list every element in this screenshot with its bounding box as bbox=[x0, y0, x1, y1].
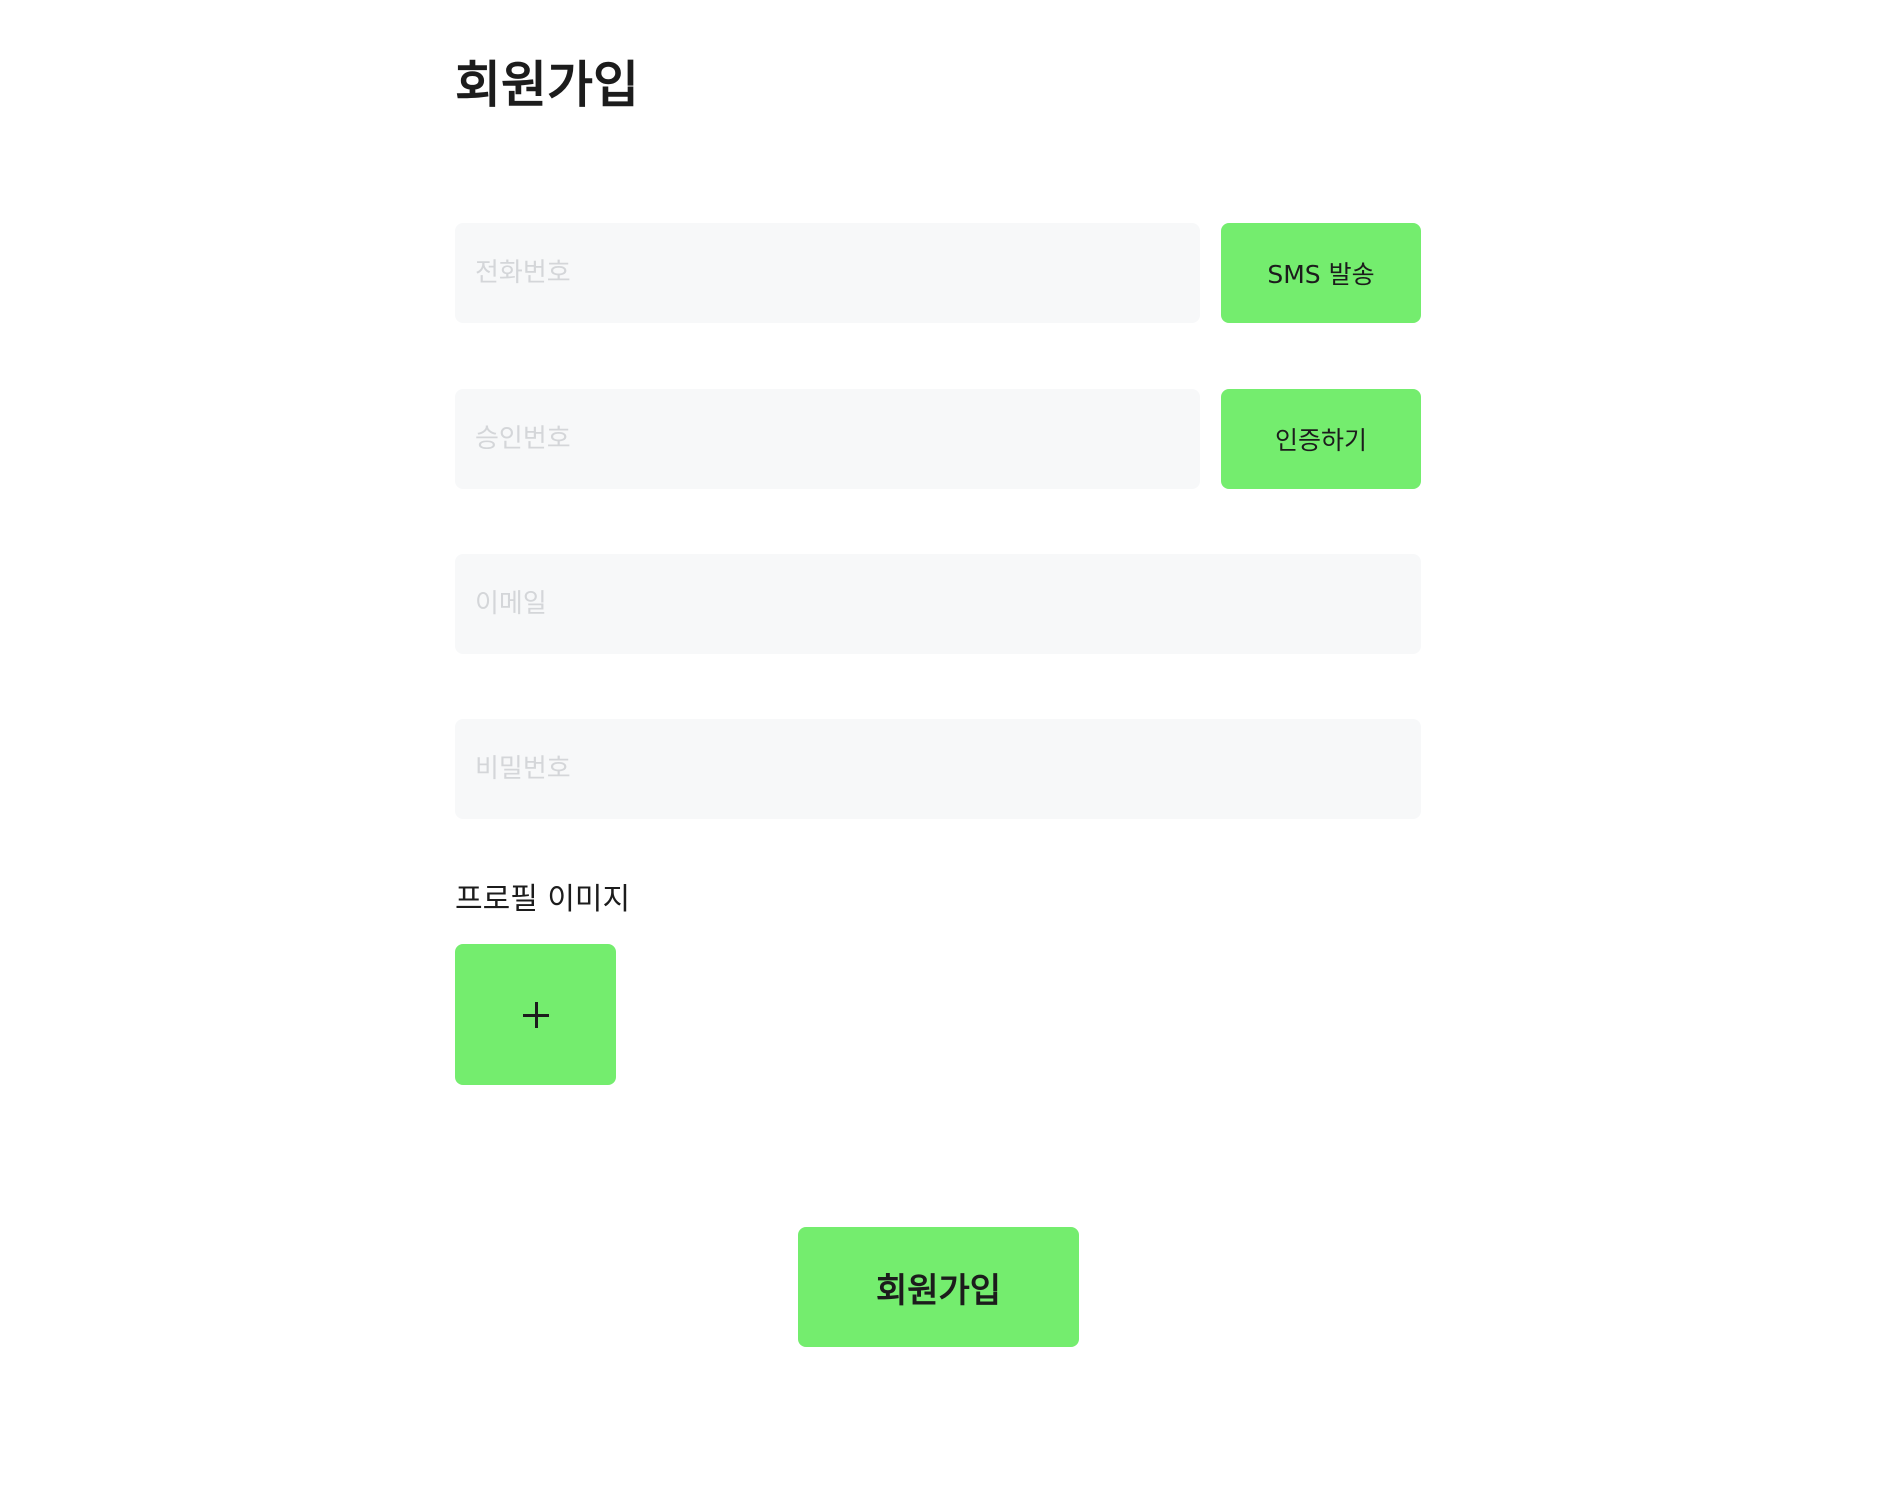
plus-icon bbox=[522, 1001, 549, 1028]
email-input[interactable] bbox=[455, 554, 1421, 654]
verify-button[interactable]: 인증하기 bbox=[1221, 389, 1421, 489]
auth-code-input[interactable] bbox=[455, 389, 1200, 489]
profile-image-label: 프로필 이미지 bbox=[455, 882, 631, 917]
send-sms-button[interactable]: SMS 발송 bbox=[1221, 223, 1421, 323]
signup-page: 회원가입 SMS 발송 인증하기 프로필 이미지 회원가입 bbox=[455, 0, 1421, 1504]
password-input[interactable] bbox=[455, 719, 1421, 819]
signup-submit-button[interactable]: 회원가입 bbox=[798, 1227, 1079, 1347]
phone-number-input[interactable] bbox=[455, 223, 1200, 323]
page-title: 회원가입 bbox=[455, 56, 639, 114]
add-profile-image-button[interactable] bbox=[455, 944, 616, 1085]
